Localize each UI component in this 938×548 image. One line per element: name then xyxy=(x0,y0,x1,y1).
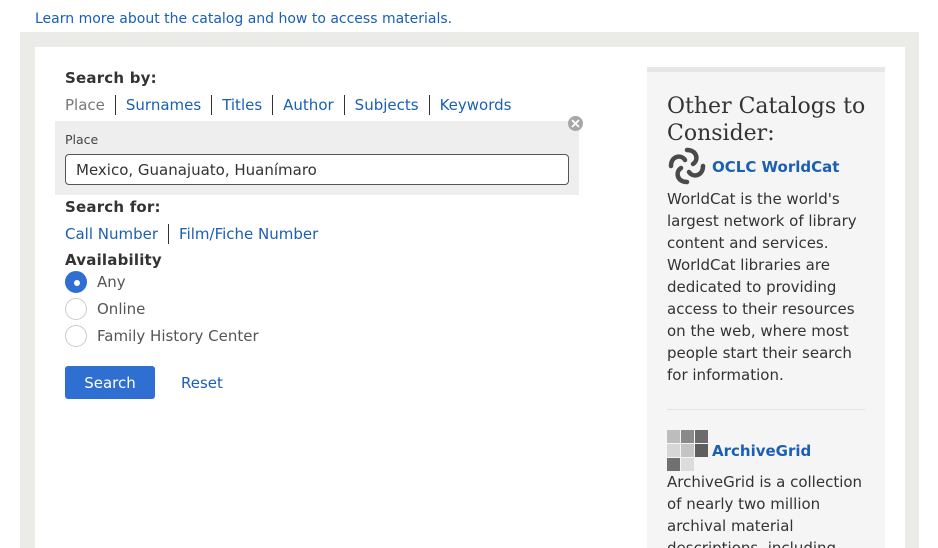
availability-option-online[interactable]: Online xyxy=(65,298,145,320)
availability-heading: Availability xyxy=(65,251,162,269)
search-for-links: Call Number Film/Fiche Number xyxy=(65,224,328,244)
place-field-label: Place xyxy=(65,132,99,147)
availability-option-any[interactable]: Any xyxy=(65,271,126,293)
radio-any-label: Any xyxy=(97,273,126,291)
radio-any[interactable] xyxy=(65,271,87,293)
search-button[interactable]: Search xyxy=(65,366,155,399)
tab-titles[interactable]: Titles xyxy=(211,95,272,115)
reset-link[interactable]: Reset xyxy=(181,374,223,392)
sidebar-heading: Other Catalogs to Consider: xyxy=(667,94,866,146)
worldcat-logo-icon xyxy=(668,147,706,185)
search-for-heading: Search for: xyxy=(65,198,161,216)
tab-subjects[interactable]: Subjects xyxy=(343,95,429,115)
tab-surnames[interactable]: Surnames xyxy=(114,95,211,115)
tab-keywords[interactable]: Keywords xyxy=(428,95,522,115)
archivegrid-logo-icon xyxy=(667,430,709,472)
tab-author[interactable]: Author xyxy=(272,95,344,115)
archivegrid-description: ArchiveGrid is a collection of nearly tw… xyxy=(667,473,863,548)
tab-place[interactable]: Place xyxy=(65,95,115,115)
radio-online[interactable] xyxy=(65,298,87,320)
worldcat-description: WorldCat is the world's largest network … xyxy=(667,190,857,384)
radio-online-label: Online xyxy=(97,300,146,318)
sidebar-divider xyxy=(667,409,865,410)
learn-more-link[interactable]: Learn more about the catalog and how to … xyxy=(35,11,452,27)
close-icon xyxy=(571,119,580,128)
availability-option-family-history-center[interactable]: Family History Center xyxy=(65,325,259,347)
film-fiche-number-link[interactable]: Film/Fiche Number xyxy=(168,224,328,244)
search-by-heading: Search by: xyxy=(65,69,157,87)
search-by-tabs: Place Surnames Titles Author Subjects Ke… xyxy=(65,95,521,115)
radio-family-history-center-label: Family History Center xyxy=(97,327,259,345)
place-input[interactable] xyxy=(65,154,569,185)
radio-family-history-center[interactable] xyxy=(65,325,87,347)
oclc-worldcat-link[interactable]: OCLC WorldCat xyxy=(712,158,839,176)
clear-field-button[interactable] xyxy=(568,116,583,131)
call-number-link[interactable]: Call Number xyxy=(65,224,168,244)
archivegrid-link[interactable]: ArchiveGrid xyxy=(712,442,811,460)
